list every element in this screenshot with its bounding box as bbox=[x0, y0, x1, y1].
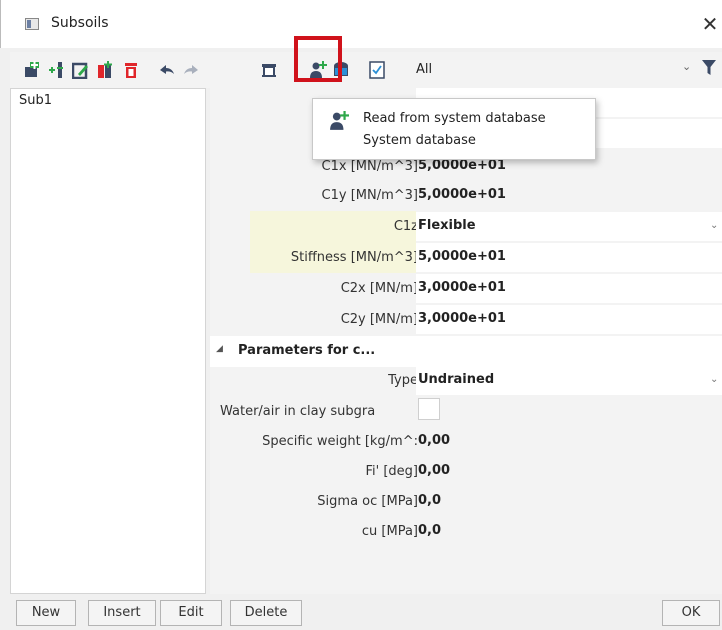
property-value[interactable]: 0,0 bbox=[416, 487, 722, 516]
window-title: Subsoils bbox=[51, 15, 109, 31]
properties-panel: C1x [MN/m^3] 5,0000e+01 C1y [MN/m^3] 5,0… bbox=[210, 88, 722, 594]
popup-subtext: System database bbox=[363, 133, 476, 148]
button-bar: New Insert Edit Delete OK bbox=[0, 594, 722, 630]
window-icon bbox=[25, 18, 39, 30]
property-dropdown[interactable]: Flexible ⌄ bbox=[416, 212, 722, 241]
property-label: Stiffness [MN/m^3] bbox=[290, 250, 418, 265]
delete-icon[interactable] bbox=[122, 61, 140, 79]
edit-icon[interactable] bbox=[72, 61, 90, 79]
property-label: Water/air in clay subgra bbox=[220, 404, 376, 419]
filter-dropdown[interactable]: All ⌄ bbox=[410, 55, 720, 85]
insert-icon[interactable] bbox=[48, 61, 66, 79]
ok-button[interactable]: OK bbox=[662, 600, 720, 626]
property-dropdown[interactable]: Undrained ⌄ bbox=[416, 366, 722, 395]
insert-button[interactable]: Insert bbox=[88, 600, 156, 626]
library-icon[interactable] bbox=[260, 61, 278, 79]
new-icon[interactable] bbox=[22, 61, 40, 79]
delete-button[interactable]: Delete bbox=[230, 600, 302, 626]
edit-button[interactable]: Edit bbox=[160, 600, 222, 626]
title-bar: Subsoils ✕ bbox=[0, 0, 722, 48]
property-row-stiffness[interactable]: Stiffness [MN/m^3] 5,0000e+01 bbox=[210, 242, 722, 273]
redo-icon[interactable] bbox=[182, 61, 200, 79]
property-label: C1z bbox=[393, 219, 418, 234]
property-value[interactable]: 0,00 bbox=[416, 427, 722, 456]
highlight-box bbox=[294, 36, 342, 82]
property-label: C1x [MN/m^3] bbox=[321, 159, 418, 174]
property-label: C2y [MN/m] bbox=[340, 312, 418, 327]
filter-value: All bbox=[416, 62, 433, 77]
chevron-down-icon[interactable]: ⌄ bbox=[710, 374, 718, 385]
check-icon[interactable] bbox=[368, 61, 386, 79]
property-row-sigma-oc[interactable]: Sigma oc [MPa] 0,0 bbox=[210, 486, 722, 517]
property-value: Flexible bbox=[418, 218, 476, 233]
chevron-down-icon[interactable]: ⌄ bbox=[682, 60, 691, 73]
new-button[interactable]: New bbox=[16, 600, 76, 626]
collapse-caret-icon[interactable]: ◢ bbox=[216, 344, 223, 354]
property-label: Type bbox=[388, 373, 418, 388]
list-item[interactable]: Sub1 bbox=[11, 89, 205, 113]
copy-icon[interactable] bbox=[96, 61, 114, 79]
water-air-checkbox[interactable] bbox=[418, 398, 440, 420]
property-row-c1z[interactable]: C1z Flexible ⌄ bbox=[210, 211, 722, 242]
property-label: cu [MPa] bbox=[361, 524, 418, 539]
property-label: Specific weight [kg/m^: bbox=[262, 434, 418, 449]
property-value[interactable]: 0,00 bbox=[416, 457, 722, 486]
property-label: Sigma oc [MPa] bbox=[317, 494, 418, 509]
subsoil-list: Sub1 bbox=[10, 88, 206, 594]
toolbar: All ⌄ bbox=[10, 36, 722, 88]
property-row-cu[interactable]: cu [MPa] 0,0 bbox=[210, 516, 722, 547]
property-row-fi[interactable]: Fi' [deg] 0,00 bbox=[210, 456, 722, 487]
property-label: Fi' [deg] bbox=[365, 464, 419, 479]
property-row-c1y[interactable]: C1y [MN/m^3] 5,0000e+01 bbox=[210, 180, 722, 211]
property-row-type[interactable]: Type Undrained ⌄ bbox=[210, 365, 722, 396]
group-header[interactable]: ◢ Parameters for c... bbox=[210, 336, 722, 367]
database-popup-menu: Read from system database System databas… bbox=[312, 98, 596, 160]
group-title: Parameters for c... bbox=[238, 343, 376, 358]
property-value: Undrained bbox=[418, 372, 495, 387]
property-row-water-air[interactable]: Water/air in clay subgra bbox=[210, 396, 722, 427]
property-label: C2x [MN/m] bbox=[340, 281, 418, 296]
property-row-specific-weight[interactable]: Specific weight [kg/m^: 0,00 bbox=[210, 426, 722, 457]
filter-icon[interactable] bbox=[702, 59, 716, 77]
property-value[interactable]: 0,0 bbox=[416, 517, 722, 546]
chevron-down-icon[interactable]: ⌄ bbox=[710, 220, 718, 231]
property-value[interactable]: 3,0000e+01 bbox=[416, 274, 722, 303]
undo-icon[interactable] bbox=[158, 61, 176, 79]
read-from-database-icon bbox=[329, 111, 349, 131]
property-row-c2x[interactable]: C2x [MN/m] 3,0000e+01 bbox=[210, 273, 722, 304]
property-value[interactable]: 5,0000e+01 bbox=[416, 243, 722, 272]
close-button[interactable]: ✕ bbox=[697, 10, 722, 38]
property-value[interactable]: 3,0000e+01 bbox=[416, 305, 722, 334]
property-value[interactable]: 5,0000e+01 bbox=[416, 181, 722, 210]
property-label: C1y [MN/m^3] bbox=[321, 188, 418, 203]
read-from-system-database-item[interactable]: Read from system database bbox=[363, 111, 546, 126]
property-row-c2y[interactable]: C2y [MN/m] 3,0000e+01 bbox=[210, 304, 722, 335]
